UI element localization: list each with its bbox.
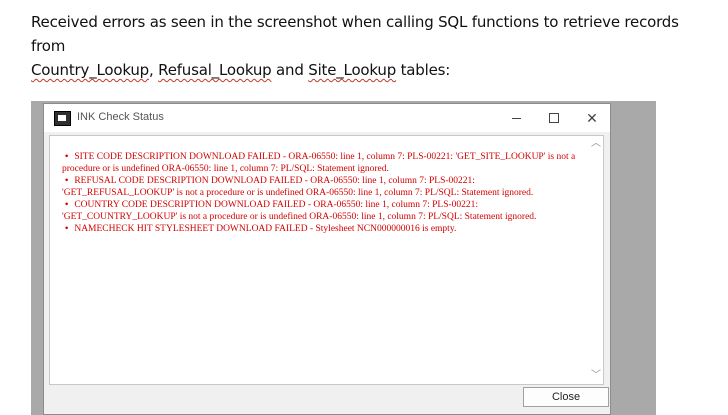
error-item: • SITE CODE DESCRIPTION DOWNLOAD FAILED -… [62, 151, 587, 175]
error-text: NAMECHECK HIT STYLESHEET DOWNLOAD FAILED… [74, 224, 457, 234]
intro-sep1: , [149, 61, 159, 79]
close-window-button[interactable]: ✕ [573, 104, 611, 132]
app-icon [54, 111, 71, 126]
window-title: INK Check Status [77, 111, 164, 123]
error-text: COUNTRY CODE DESCRIPTION DOWNLOAD FAILED… [62, 200, 537, 222]
close-button[interactable]: Close [523, 387, 609, 407]
bullet-icon: • [65, 224, 69, 234]
intro-line1: Received errors as seen in the screensho… [31, 13, 679, 55]
close-icon: ✕ [586, 109, 598, 126]
bullet-icon: • [65, 176, 69, 186]
scroll-down-icon[interactable]: ﹀ [591, 371, 601, 381]
intro-tail: tables: [396, 61, 451, 79]
error-item: • COUNTRY CODE DESCRIPTION DOWNLOAD FAILE… [62, 199, 587, 223]
title-bar[interactable]: INK Check Status ✕ [44, 104, 610, 132]
bullet-icon: • [65, 152, 69, 162]
table-name-site: Site_Lookup [308, 61, 397, 79]
intro-sep2: and [271, 61, 309, 79]
error-list: • SITE CODE DESCRIPTION DOWNLOAD FAILED -… [62, 151, 587, 235]
maximize-icon [549, 113, 559, 123]
error-item: • REFUSAL CODE DESCRIPTION DOWNLOAD FAILE… [62, 175, 587, 199]
intro-paragraph: Received errors as seen in the screensho… [31, 10, 711, 82]
ink-check-status-window: INK Check Status ✕ • SITE CODE DESCRIPTIO… [43, 103, 611, 415]
bullet-icon: • [65, 200, 69, 210]
maximize-button[interactable] [535, 104, 573, 132]
table-name-refusal: Refusal_Lookup [158, 61, 272, 79]
status-text-area[interactable]: • SITE CODE DESCRIPTION DOWNLOAD FAILED -… [49, 135, 604, 385]
minimize-button[interactable] [497, 104, 535, 132]
vertical-scrollbar[interactable]: ︿ ﹀ [589, 136, 603, 384]
minimize-icon [511, 117, 521, 119]
scroll-up-icon[interactable]: ︿ [591, 139, 601, 149]
error-text: SITE CODE DESCRIPTION DOWNLOAD FAILED - … [62, 152, 576, 174]
error-text: REFUSAL CODE DESCRIPTION DOWNLOAD FAILED… [62, 176, 534, 198]
error-item: • NAMECHECK HIT STYLESHEET DOWNLOAD FAILE… [62, 223, 587, 235]
table-name-country: Country_Lookup [31, 61, 149, 79]
